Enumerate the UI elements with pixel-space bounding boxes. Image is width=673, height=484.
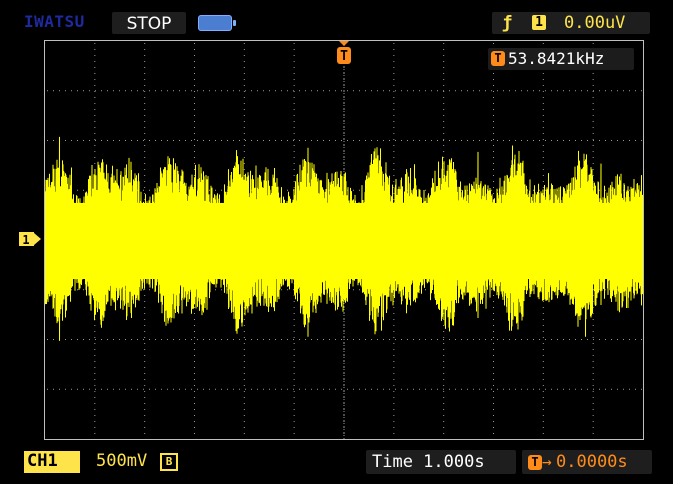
trigger-marker-label: T	[340, 49, 348, 64]
channel-1-label[interactable]: CH1	[24, 451, 101, 473]
top-status-bar: IWATSU STOP ƒ 1 0.00uV	[0, 0, 673, 38]
arrow-right-icon: →	[542, 452, 552, 471]
waveform-canvas	[45, 42, 643, 439]
bandwidth-limit-icon: B	[160, 453, 178, 471]
run-status-label: STOP	[126, 14, 172, 34]
frequency-counter: T 53.8421kHz	[488, 48, 634, 70]
frequency-badge: T	[491, 51, 505, 66]
battery-icon	[198, 15, 236, 31]
channel-marker-label: 1	[22, 233, 29, 246]
frequency-value: 53.8421kHz	[508, 49, 605, 68]
trigger-level: 0.00uV	[564, 13, 626, 33]
trigger-source-badge: 1	[532, 15, 546, 30]
channel-1-marker[interactable]: 1	[19, 232, 41, 246]
trigger-position-badge: T	[528, 455, 542, 470]
timebase-value: Time 1.000s	[372, 452, 485, 472]
bottom-status-bar: CH1 500mV B Time 1.000s T → 0.0000s	[0, 446, 673, 484]
timebase-display[interactable]: Time 1.000s	[366, 450, 516, 474]
trigger-position-marker[interactable]: T	[336, 40, 352, 66]
waveform-display[interactable]	[44, 40, 644, 440]
rising-edge-icon: ƒ	[502, 13, 513, 33]
trigger-status[interactable]: ƒ 1 0.00uV	[492, 12, 650, 34]
trigger-position-display[interactable]: T → 0.0000s	[522, 450, 652, 474]
trigger-position-value: 0.0000s	[556, 452, 628, 472]
trace-core-band	[45, 203, 643, 279]
brand-logo: IWATSU	[24, 12, 85, 31]
channel-label-text: CH1	[27, 451, 58, 471]
run-stop-indicator[interactable]: STOP	[112, 12, 186, 34]
volts-per-div[interactable]: 500mV	[96, 451, 147, 471]
